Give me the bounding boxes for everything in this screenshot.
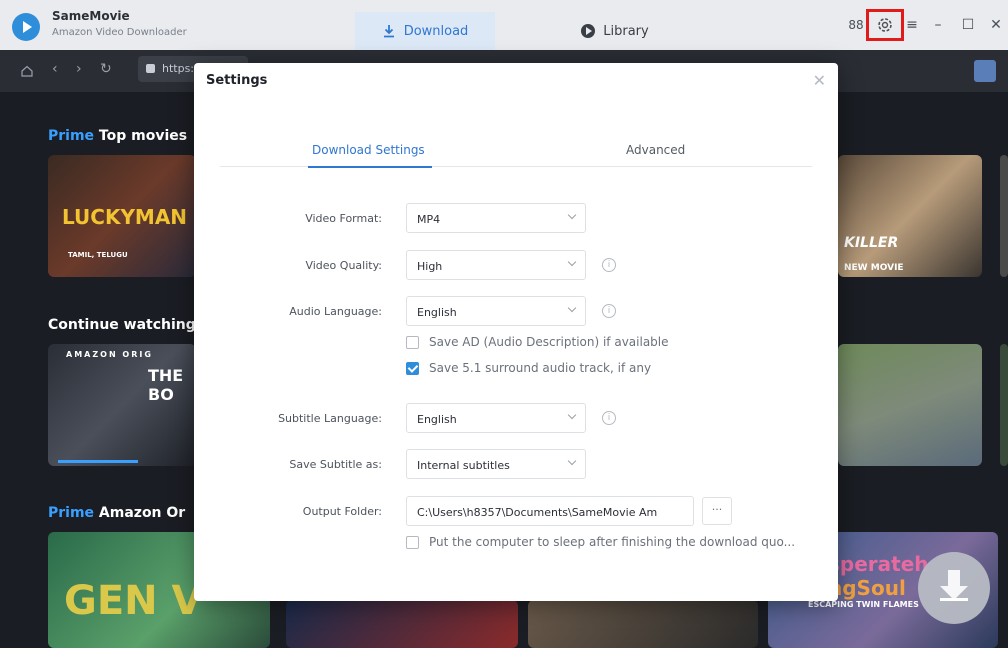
- poster-tag: NEW MOVIE: [844, 263, 904, 273]
- tab-download[interactable]: Download: [355, 12, 495, 50]
- save-ad-checkbox[interactable]: [406, 335, 419, 349]
- save-subtitle-label: Save Subtitle as:: [289, 458, 382, 471]
- row-title-continue-watching: Continue watching: [48, 317, 196, 333]
- prime-label: Prime: [48, 505, 95, 521]
- app-name: SameMovie: [52, 9, 130, 23]
- poster-title: sperateh: [828, 552, 929, 576]
- output-folder-value: C:\Users\h8357\Documents\SameMovie Am: [417, 506, 658, 519]
- settings-dialog: Settings ✕ Download Settings Advanced Vi…: [194, 63, 838, 601]
- chevron-down-icon: [567, 303, 577, 313]
- back-icon[interactable]: ‹: [52, 61, 58, 77]
- save-51-checkbox[interactable]: [406, 361, 419, 375]
- video-format-select[interactable]: MP4: [406, 203, 586, 233]
- save-ad-checkbox-row[interactable]: Save AD (Audio Description) if available: [406, 335, 669, 349]
- video-quality-select[interactable]: High: [406, 250, 586, 280]
- lock-icon: [146, 64, 155, 73]
- app-subtitle: Amazon Video Downloader: [52, 27, 187, 38]
- info-icon[interactable]: i: [602, 411, 616, 425]
- info-icon[interactable]: i: [602, 258, 616, 272]
- row-title-top-movies: Prime Top movies: [48, 128, 187, 144]
- poster-title: LUCKYMAN: [62, 205, 188, 229]
- library-icon: [581, 24, 596, 38]
- video-quality-label: Video Quality:: [305, 259, 382, 272]
- tab-advanced[interactable]: Advanced: [626, 143, 685, 157]
- reload-icon[interactable]: ↻: [100, 61, 112, 77]
- info-icon[interactable]: i: [602, 304, 616, 318]
- poster-the-boys[interactable]: AMAZON ORIG THE BO: [48, 344, 196, 466]
- chevron-down-icon: [567, 456, 577, 466]
- home-icon[interactable]: [20, 64, 34, 78]
- poster-dark[interactable]: [286, 600, 518, 648]
- sleep-label: Put the computer to sleep after finishin…: [429, 535, 796, 549]
- extension-icon[interactable]: [974, 60, 996, 82]
- minimize-button[interactable]: –: [928, 15, 948, 35]
- url-text: https:: [162, 62, 195, 75]
- subtitle-language-value: English: [417, 413, 457, 426]
- app-logo-icon: [12, 13, 40, 41]
- audio-language-label: Audio Language:: [289, 305, 382, 318]
- chevron-down-icon: [567, 410, 577, 420]
- chevron-down-icon: [567, 257, 577, 267]
- audio-language-value: English: [417, 306, 457, 319]
- poster-label: AMAZON ORIG: [66, 350, 153, 359]
- prime-label: Prime: [48, 128, 95, 144]
- save-51-checkbox-row[interactable]: Save 5.1 surround audio track, if any: [406, 361, 651, 375]
- settings-tabs: Download Settings Advanced: [220, 135, 812, 167]
- save-51-label: Save 5.1 surround audio track, if any: [429, 361, 652, 375]
- poster-title: THE BO: [148, 366, 184, 404]
- save-subtitle-select[interactable]: Internal subtitles: [406, 449, 586, 479]
- subtitle-language-select[interactable]: English: [406, 403, 586, 433]
- title-bar: SameMovie Amazon Video Downloader Downlo…: [0, 0, 1008, 50]
- poster-edge: [1000, 344, 1008, 466]
- chevron-down-icon: [567, 210, 577, 220]
- video-format-label: Video Format:: [305, 212, 382, 225]
- poster-edge: [1000, 155, 1008, 277]
- tab-download-label: Download: [403, 23, 469, 39]
- poster-subtitle: TAMIL, TELUGU: [68, 251, 128, 259]
- subtitle-language-label: Subtitle Language:: [278, 412, 382, 425]
- video-quality-value: High: [417, 260, 443, 273]
- save-ad-label: Save AD (Audio Description) if available: [429, 335, 669, 349]
- gear-icon[interactable]: [876, 16, 894, 34]
- poster-luckyman[interactable]: LUCKYMAN TAMIL, TELUGU: [48, 155, 196, 277]
- poster-pool[interactable]: [838, 344, 982, 466]
- browse-folder-button[interactable]: ···: [702, 497, 732, 525]
- watch-progress-bar: [58, 460, 138, 463]
- poster-subtitle: ESCAPING TWIN FLAMES: [808, 600, 919, 609]
- poster-killer[interactable]: KILLER NEW MOVIE: [838, 155, 982, 277]
- poster-title: KILLER: [844, 235, 899, 251]
- save-subtitle-value: Internal subtitles: [417, 459, 510, 472]
- dialog-title: Settings: [206, 73, 268, 88]
- row-title-amazon-originals: Prime Amazon Or: [48, 505, 185, 521]
- download-icon: [383, 25, 394, 38]
- tab-download-settings[interactable]: Download Settings: [312, 143, 425, 157]
- sleep-checkbox[interactable]: [406, 535, 419, 549]
- download-fab-button[interactable]: [918, 552, 990, 624]
- video-format-value: MP4: [417, 213, 441, 226]
- download-fab-icon: [940, 598, 968, 601]
- active-tab-underline: [308, 166, 432, 168]
- output-folder-label: Output Folder:: [302, 505, 382, 518]
- row-title-text: Amazon Or: [98, 505, 186, 521]
- tab-library-label: Library: [603, 23, 649, 39]
- tab-library[interactable]: Library: [555, 12, 675, 50]
- maximize-button[interactable]: ☐: [958, 15, 978, 35]
- poster-title: GEN V: [64, 578, 203, 624]
- audio-language-select[interactable]: English: [406, 296, 586, 326]
- poster-title: ngSoul: [828, 576, 906, 600]
- menu-icon[interactable]: ≡: [902, 15, 922, 35]
- output-folder-field[interactable]: C:\Users\h8357\Documents\SameMovie Am: [406, 496, 694, 526]
- forward-icon[interactable]: ›: [76, 61, 82, 77]
- close-window-button[interactable]: ✕: [986, 15, 1006, 35]
- apps-grid-icon[interactable]: 88: [846, 15, 866, 35]
- row-title-text: Top movies: [98, 128, 188, 144]
- sleep-checkbox-row[interactable]: Put the computer to sleep after finishin…: [406, 535, 795, 549]
- poster-couple[interactable]: [528, 600, 758, 648]
- dialog-close-icon[interactable]: ✕: [813, 71, 826, 90]
